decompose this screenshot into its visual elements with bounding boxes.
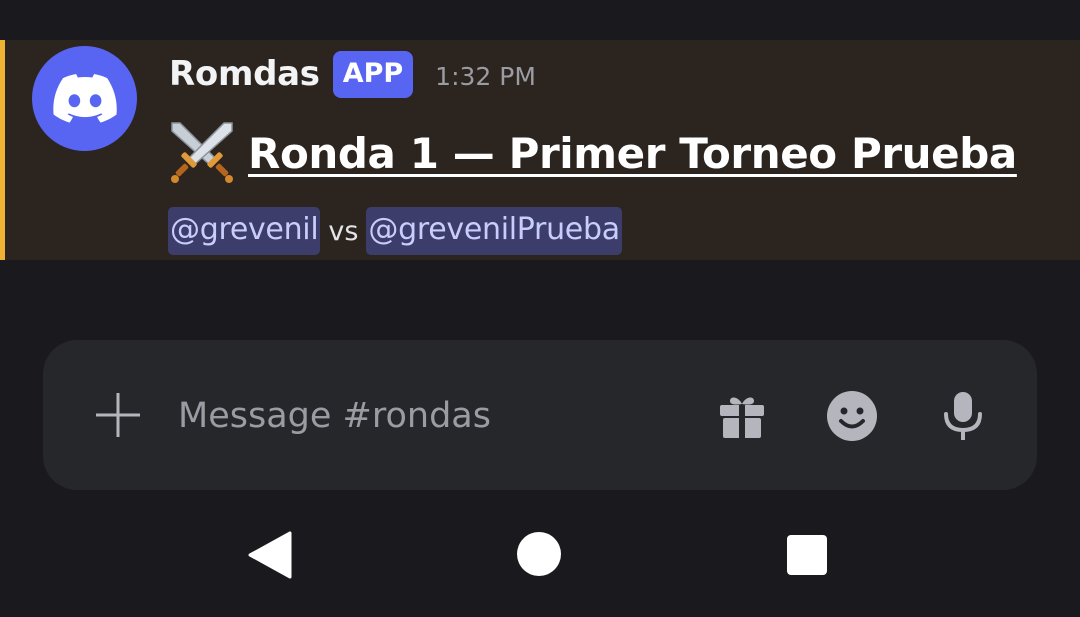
microphone-icon — [944, 392, 982, 440]
attach-button[interactable] — [93, 390, 143, 440]
avatar[interactable] — [32, 46, 137, 151]
discord-logo-icon — [52, 73, 117, 123]
message-header: Romdas APP 1:32 PM — [169, 49, 536, 99]
message-input[interactable] — [178, 388, 678, 444]
home-icon[interactable] — [516, 531, 562, 577]
mention-highlight-bar — [0, 40, 5, 260]
app-badge: APP — [332, 50, 414, 98]
message-timestamp: 1:32 PM — [435, 61, 536, 91]
back-icon[interactable] — [248, 531, 292, 579]
user-mention[interactable]: @grevenil — [168, 207, 321, 255]
user-mention[interactable]: @grevenilPrueba — [366, 207, 622, 255]
plus-icon — [96, 393, 140, 437]
system-navbar — [0, 505, 1080, 617]
recents-icon[interactable] — [786, 534, 828, 576]
crossed-swords-icon — [171, 122, 233, 183]
message-title-link[interactable]: Ronda 1 — Primer Torneo Prueba — [248, 129, 1017, 178]
gift-button[interactable] — [718, 392, 766, 440]
message-composer — [43, 340, 1037, 490]
vs-text: vs — [328, 215, 359, 247]
message-title-row: Ronda 1 — Primer Torneo Prueba — [166, 117, 1017, 189]
chat-message[interactable]: Romdas APP 1:32 PM Ronda 1 — Primer Torn… — [0, 40, 1080, 260]
emoji-button[interactable] — [826, 390, 878, 442]
emoji-icon — [827, 391, 877, 441]
microphone-button[interactable] — [941, 390, 985, 442]
gift-icon — [720, 397, 764, 438]
author-name[interactable]: Romdas — [169, 54, 320, 94]
mention-row: @grevenil vs @grevenilPrueba — [168, 207, 622, 255]
top-strip — [0, 0, 1080, 40]
